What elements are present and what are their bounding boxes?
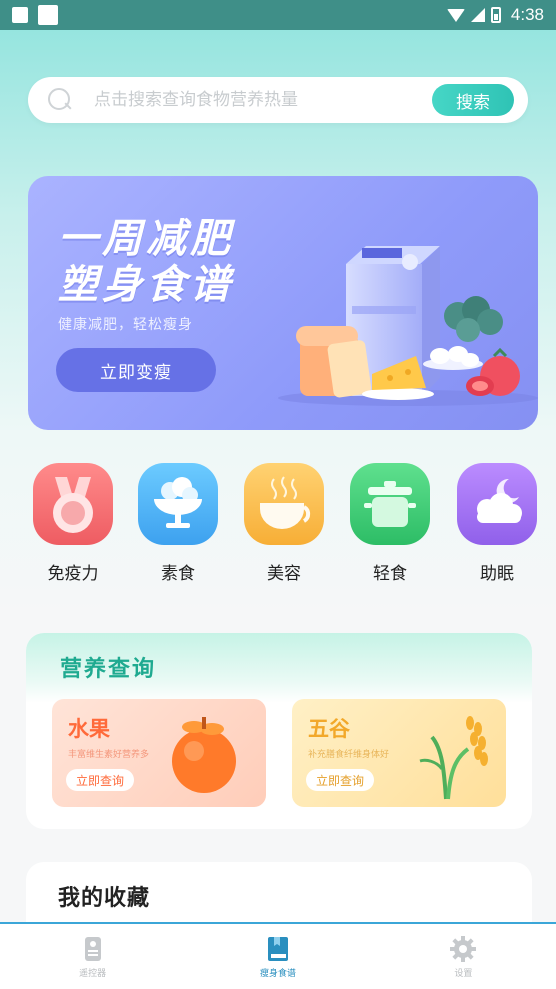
notification-icons <box>12 5 58 25</box>
fruit-tile[interactable]: 水果 丰富维生素好营养多 立即查询 <box>52 699 266 807</box>
tile-subtitle: 丰富维生素好营养多 <box>68 750 150 760</box>
search-bar[interactable]: 搜索 <box>28 77 528 123</box>
banner-title-line1: 一周减肥 <box>58 216 234 262</box>
pot-icon <box>350 463 430 545</box>
status-time: 4:38 <box>510 5 544 24</box>
slim-now-button[interactable]: 立即变瘦 <box>56 348 216 392</box>
category-label: 轻食 <box>373 564 407 584</box>
tile-title: 水果 <box>68 717 110 741</box>
moon-cloud-icon <box>457 463 537 545</box>
notification-icon <box>12 7 28 23</box>
category-label: 免疫力 <box>47 564 99 584</box>
signal-icon <box>470 8 485 22</box>
food-illustration <box>278 246 538 406</box>
system-indicators: 4:38 <box>446 5 544 25</box>
nutrition-title: 营养查询 <box>60 657 157 682</box>
query-grain-button[interactable]: 立即查询 <box>306 769 375 791</box>
category-row: 免疫力 素食 美容 轻食 助眠 <box>0 463 556 584</box>
nutrition-header: 营养查询 <box>26 633 532 703</box>
category-label: 素食 <box>161 564 195 584</box>
gear-icon <box>450 936 477 962</box>
nutrition-query-card: 营养查询 水果 丰富维生素好营养多 立即查询 五谷 补充膳食纤维身体好 立即查询 <box>26 633 532 829</box>
nav-label: 设置 <box>454 969 473 979</box>
medal-icon <box>33 463 113 545</box>
search-input[interactable] <box>94 90 432 110</box>
search-button[interactable]: 搜索 <box>432 84 514 116</box>
bottom-navigation: 遥控器 瘦身食谱 设置 <box>0 922 556 989</box>
banner-subtitle: 健康减肥，轻松瘦身 <box>58 317 193 333</box>
category-beauty[interactable]: 美容 <box>244 463 324 584</box>
nav-item-slim-recipes[interactable]: 瘦身食谱 <box>185 924 370 989</box>
category-label: 美容 <box>267 564 301 584</box>
book-icon <box>267 937 288 961</box>
remote-icon <box>84 937 101 961</box>
wheat-icon <box>419 716 488 800</box>
banner-title-line2: 塑身食谱 <box>58 262 234 308</box>
status-bar: 4:38 <box>0 0 556 30</box>
persimmon-icon <box>172 717 236 793</box>
notification-icon <box>38 5 58 25</box>
promo-banner[interactable]: 一周减肥 塑身食谱 健康减肥，轻松瘦身 立即变瘦 <box>28 176 538 430</box>
query-fruit-button[interactable]: 立即查询 <box>66 769 135 791</box>
grain-tile[interactable]: 五谷 补充膳食纤维身体好 立即查询 <box>292 699 506 807</box>
coffee-cup-icon <box>244 463 324 545</box>
banner-title: 一周减肥 塑身食谱 <box>58 216 234 308</box>
category-vegetarian[interactable]: 素食 <box>138 463 218 584</box>
wifi-icon <box>446 8 465 22</box>
tile-title: 五谷 <box>308 717 350 741</box>
category-light-meal[interactable]: 轻食 <box>350 463 430 584</box>
nav-label: 遥控器 <box>79 969 107 979</box>
category-label: 助眠 <box>480 564 514 584</box>
nav-item-settings[interactable]: 设置 <box>371 924 556 989</box>
category-immunity[interactable]: 免疫力 <box>33 463 113 584</box>
favorites-title: 我的收藏 <box>58 886 151 911</box>
search-icon <box>48 88 72 112</box>
battery-icon <box>490 7 501 23</box>
tile-subtitle: 补充膳食纤维身体好 <box>308 750 390 760</box>
ice-cream-icon <box>138 463 218 545</box>
category-sleep-aid[interactable]: 助眠 <box>457 463 537 584</box>
nav-label: 瘦身食谱 <box>259 969 296 979</box>
nav-item-remote[interactable]: 遥控器 <box>0 924 185 989</box>
